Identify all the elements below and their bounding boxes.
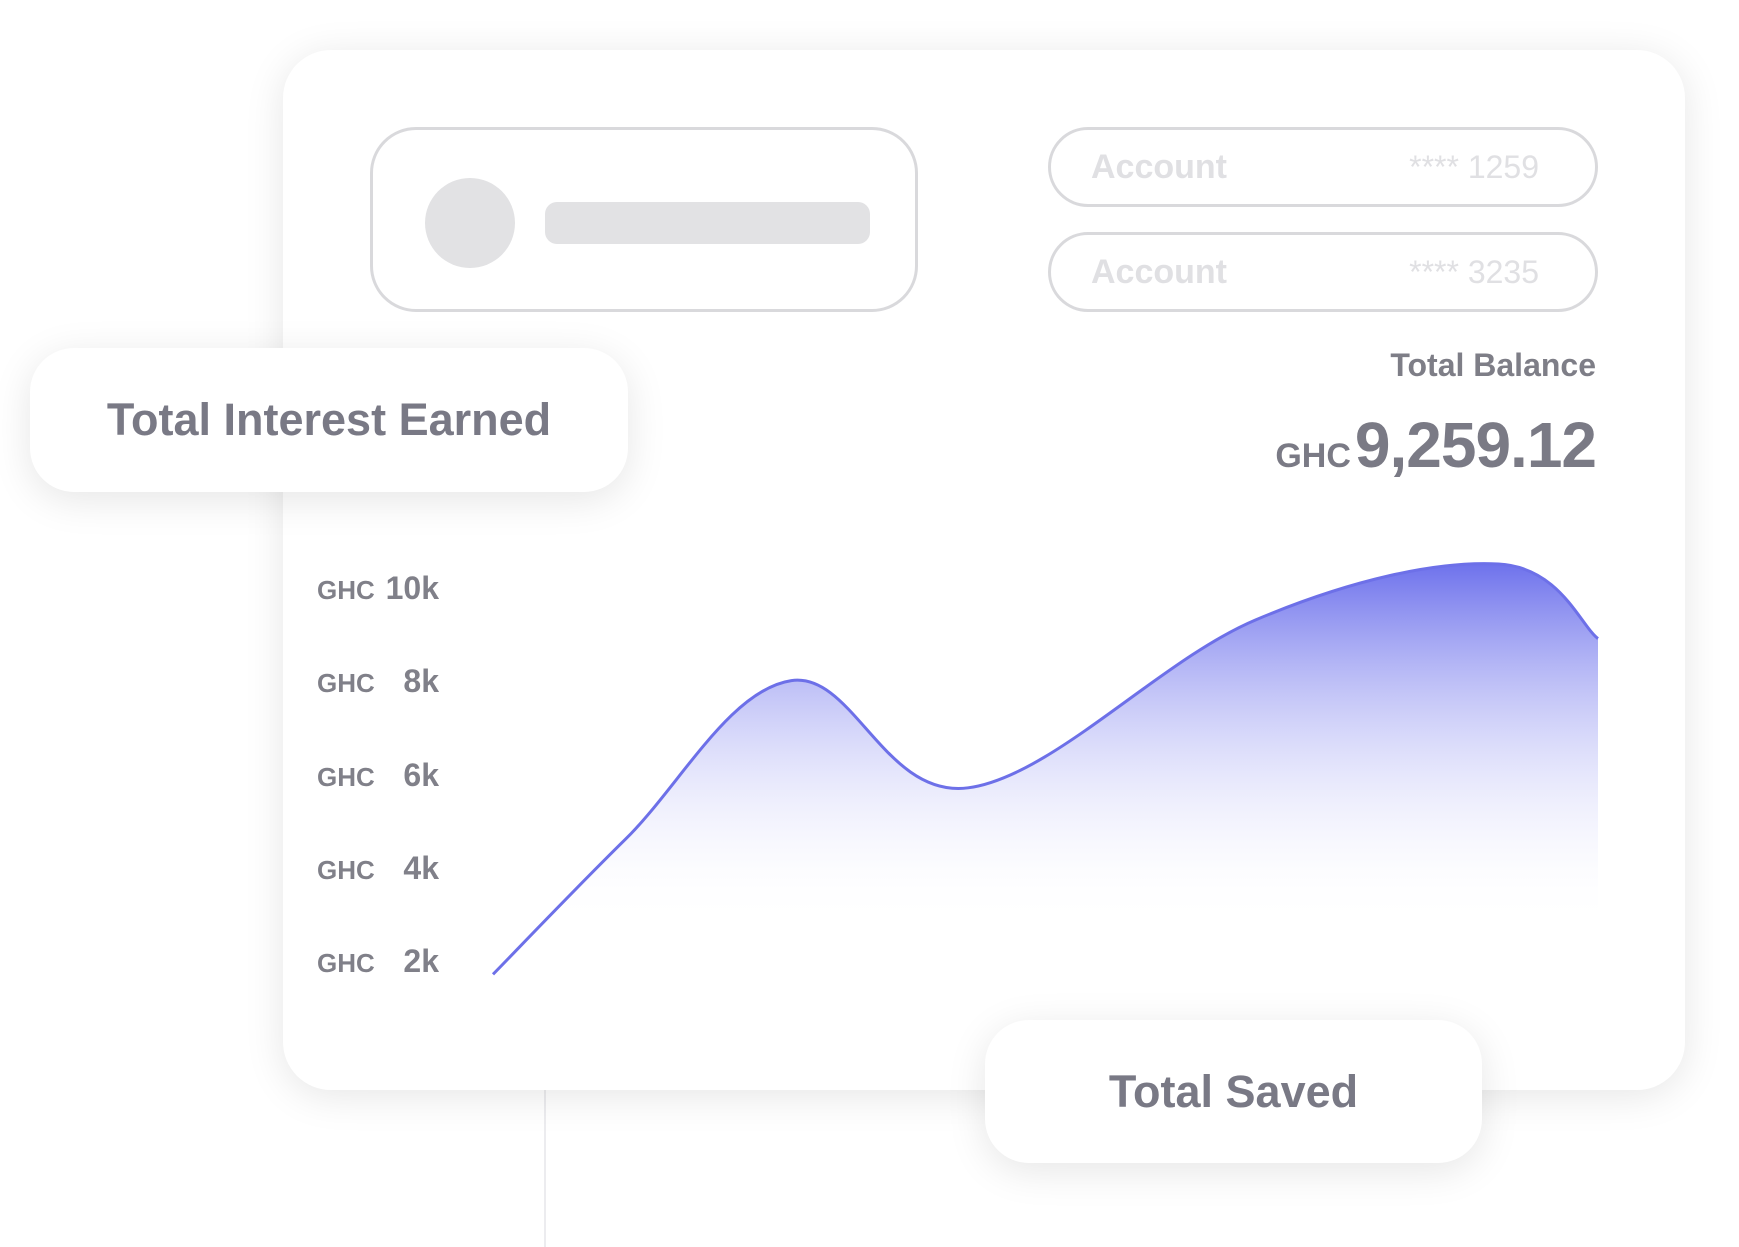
total-saved-label: Total Saved — [1108, 1065, 1359, 1117]
total-saved-card[interactable]: Total Saved — [985, 1020, 1482, 1163]
stage: Account **** 1259 Account **** 3235 Tota… — [0, 0, 1739, 1247]
total-interest-label: Total Interest Earned — [106, 394, 552, 445]
total-interest-card[interactable]: Total Interest Earned — [30, 348, 628, 492]
area-fill — [493, 563, 1598, 975]
